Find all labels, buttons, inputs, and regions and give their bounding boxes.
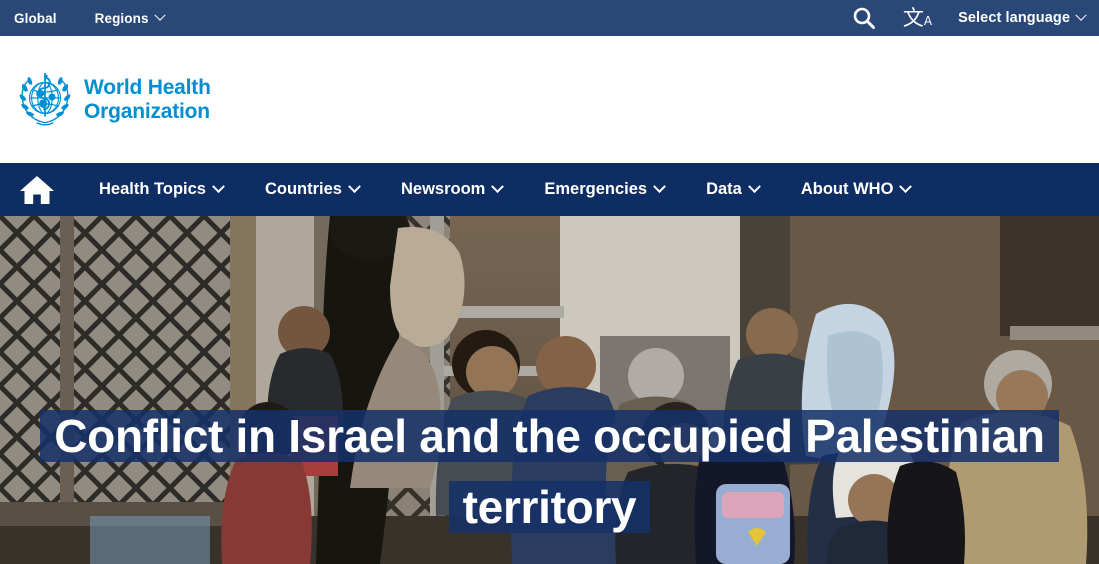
who-logo-link[interactable]: World Health Organization	[14, 69, 211, 131]
chevron-down-icon	[747, 180, 761, 194]
nav-item-newsroom[interactable]: Newsroom	[380, 163, 523, 216]
who-logo-line1: World Health	[84, 75, 211, 99]
top-utility-right: 文A Select language	[851, 5, 1087, 31]
who-logo-wordmark: World Health Organization	[84, 76, 211, 123]
nav-label: Data	[706, 180, 742, 198]
hero-title-container: Conflict in Israel and the occupied Pale…	[0, 401, 1099, 544]
nav-item-emergencies[interactable]: Emergencies	[523, 163, 685, 216]
topbar-link-global[interactable]: Global	[14, 11, 57, 26]
language-selector-label: Select language	[958, 10, 1070, 26]
who-emblem-icon	[19, 72, 71, 125]
chevron-down-icon	[1075, 9, 1087, 21]
nav-label: Countries	[264, 180, 342, 198]
top-utility-left: Global Regions	[14, 9, 166, 26]
translate-icon: 文A	[902, 5, 933, 30]
chevron-down-icon	[491, 180, 505, 194]
language-selector[interactable]: Select language	[958, 9, 1087, 26]
nav-label: Newsroom	[400, 180, 486, 198]
search-button[interactable]	[851, 5, 877, 31]
main-navigation: Health Topics Countries Newsroom Emergen…	[0, 163, 1099, 216]
translate-glyph: 文	[902, 5, 924, 30]
topbar-regions-label: Regions	[94, 10, 149, 26]
chevron-down-icon	[348, 180, 361, 194]
hero-title: Conflict in Israel and the occupied Pale…	[54, 410, 1045, 534]
nav-label: Emergencies	[544, 180, 648, 198]
search-icon	[853, 7, 875, 29]
chevron-down-icon	[899, 180, 913, 194]
top-utility-bar: Global Regions 文A Select language	[0, 0, 1099, 36]
who-logo-line2: Organization	[84, 99, 210, 123]
home-icon	[20, 175, 54, 204]
nav-item-health-topics[interactable]: Health Topics	[78, 163, 244, 216]
translate-subscript: A	[923, 13, 933, 28]
topbar-link-regions[interactable]: Regions	[94, 9, 166, 26]
translate-button[interactable]: 文A	[902, 5, 933, 30]
nav-item-countries[interactable]: Countries	[244, 163, 380, 216]
hero-banner: Conflict in Israel and the occupied Pale…	[0, 216, 1099, 564]
topbar-global-label: Global	[14, 10, 57, 26]
chevron-down-icon	[212, 180, 225, 194]
nav-item-about-who[interactable]: About WHO	[780, 163, 932, 216]
chevron-down-icon	[153, 9, 166, 21]
logo-band: World Health Organization	[0, 36, 1099, 163]
nav-label: About WHO	[800, 180, 894, 198]
nav-item-data[interactable]: Data	[685, 163, 780, 216]
nav-label: Health Topics	[99, 180, 206, 198]
nav-home-button[interactable]	[14, 173, 78, 207]
chevron-down-icon	[653, 180, 666, 194]
